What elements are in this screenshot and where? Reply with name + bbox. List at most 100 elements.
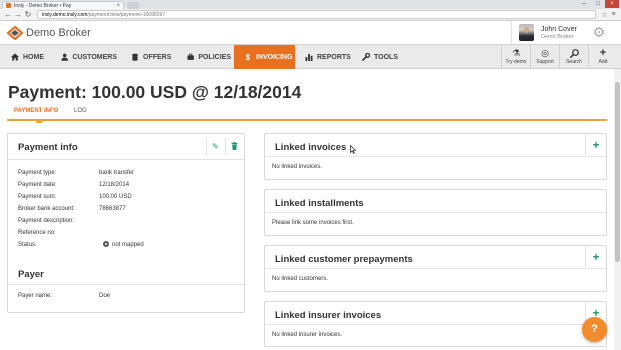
svg-text:$: $ — [246, 53, 251, 61]
linked-invoices-panel: Linked invoices + No linked invoices. — [264, 133, 607, 180]
coins-icon — [132, 53, 138, 61]
panel-divider — [265, 324, 606, 325]
field-value-payment-date: 12/18/2014 — [99, 182, 130, 188]
edit-button[interactable]: ✎ — [206, 138, 224, 155]
linked-installments-empty-text: Please link some invoices first. — [272, 220, 354, 226]
insly-favicon-icon — [6, 3, 11, 8]
brand-name[interactable]: Demo Broker — [26, 27, 91, 39]
search-button[interactable]: Search — [559, 45, 588, 69]
wrench-icon — [362, 53, 370, 61]
status-indicator-icon — [103, 241, 109, 247]
panel-divider — [265, 156, 606, 157]
back-icon[interactable]: ← — [3, 10, 13, 19]
page-title: Payment: 100.00 USD @ 12/18/2014 — [8, 82, 302, 102]
field-value-payment-type: bank transfer — [99, 170, 135, 176]
nav-item-policies[interactable]: POLICIES — [181, 45, 231, 69]
page-scrollbar-thumb[interactable] — [615, 82, 620, 262]
status-value: not mapped — [103, 241, 144, 248]
user-icon — [61, 53, 68, 61]
page-sub-tabs: PAYMENT INFO LOG — [7, 104, 607, 123]
url-path: /payment/view/payment+10098297 — [87, 12, 166, 18]
home-icon — [11, 53, 19, 61]
try-demo-label: Try demo — [505, 59, 527, 65]
plus-icon: + — [592, 250, 600, 264]
field-label-status: Status: — [18, 242, 37, 248]
linked-insurer-invoices-panel: Linked insurer invoices + No linked insu… — [264, 301, 607, 347]
panel-divider — [8, 159, 244, 160]
nav-item-label: OFFERS — [143, 53, 172, 61]
nav-item-reports[interactable]: REPORTS — [301, 45, 353, 69]
window-close-icon[interactable]: × — [605, 0, 619, 8]
plus-icon: + — [592, 138, 600, 152]
bar-chart-icon — [305, 54, 313, 61]
linked-customer-prepayments-title: Linked customer prepayments — [275, 254, 413, 265]
nav-item-invoicing[interactable]: $ INVOICING — [234, 45, 295, 69]
lifebuoy-icon: ◎ — [541, 48, 549, 58]
support-button[interactable]: ◎ Support — [530, 45, 559, 69]
browser-tab[interactable]: Insly - Demo Broker • Pay × — [2, 1, 124, 9]
new-tab-button[interactable] — [127, 2, 139, 9]
maximize-icon[interactable]: □ — [591, 0, 605, 8]
field-value-payer-name: Doe — [99, 293, 111, 299]
plus-icon: + — [599, 47, 607, 59]
field-label-broker-bank-account: Broker bank account: — [18, 206, 75, 212]
nav-item-label: INVOICING — [256, 53, 293, 61]
beaker-icon: ⚗ — [511, 48, 521, 58]
add-button[interactable]: + Add — [588, 45, 617, 69]
linked-insurer-invoices-title: Linked insurer invoices — [275, 310, 382, 321]
panel-divider — [8, 284, 244, 285]
field-label-reference-no: Reference no: — [18, 230, 56, 236]
add-label: Add — [598, 59, 608, 65]
add-linked-invoice-button[interactable]: + — [585, 134, 606, 156]
status-text: not mapped — [112, 242, 144, 248]
nav-item-tools[interactable]: TOOLS — [358, 45, 402, 69]
nav-item-label: TOOLS — [374, 53, 398, 61]
field-value-payment-sum: 100.00 USD — [99, 194, 132, 200]
trash-icon — [231, 142, 238, 150]
browser-toolbar: ← → ↻ insly.demo.insly.com/payment/view/… — [0, 9, 621, 21]
active-tab-indicator — [35, 119, 43, 123]
linked-invoices-empty-text: No linked invoices. — [272, 164, 323, 170]
linked-installments-title: Linked installments — [275, 198, 364, 209]
help-chat-button[interactable]: ? — [582, 317, 607, 342]
panel-divider — [265, 212, 606, 213]
search-label: Search — [566, 59, 582, 65]
nav-item-offers[interactable]: OFFERS — [125, 45, 173, 69]
insly-logo-icon[interactable] — [7, 26, 23, 40]
add-customer-prepayment-button[interactable]: + — [585, 246, 606, 268]
search-icon — [569, 49, 579, 58]
minimize-icon[interactable]: – — [577, 0, 591, 8]
field-label-payment-description: Payment description: — [18, 218, 75, 224]
nav-item-label: HOME — [23, 53, 44, 61]
panel-divider — [265, 268, 606, 269]
url-host: insly.demo.insly.com — [42, 12, 88, 18]
support-label: Support — [536, 59, 554, 65]
reload-icon[interactable]: ↻ — [23, 10, 33, 19]
nav-item-home[interactable]: HOME — [6, 45, 48, 69]
nav-item-customers[interactable]: CUSTOMERS — [55, 45, 117, 69]
tab-log[interactable]: LOG — [74, 108, 87, 114]
address-bar[interactable]: insly.demo.insly.com/payment/view/paymen… — [37, 10, 596, 19]
delete-button[interactable] — [225, 138, 243, 155]
browser-tab-title: Insly - Demo Broker • Pay — [14, 2, 72, 9]
payment-info-panel: Payment info ✎ Payment type: bank transf… — [7, 133, 245, 313]
main-nav: HOME CUSTOMERS OFFERS POLICIES $ INVOICI… — [0, 44, 621, 69]
chat-bubble-icon: ? — [591, 323, 598, 335]
bookmark-star-icon[interactable]: ☆ — [600, 11, 609, 19]
forward-icon[interactable]: → — [13, 10, 23, 19]
user-name: John Cover — [541, 26, 577, 33]
payment-info-title: Payment info — [18, 142, 78, 153]
app-header: Demo Broker John Cover Demo Broker ⚙ — [0, 21, 621, 44]
gear-icon[interactable]: ⚙ — [592, 25, 606, 39]
try-demo-button[interactable]: ⚗ Try demo — [501, 45, 530, 69]
pencil-icon: ✎ — [212, 142, 219, 151]
field-label-payment-type: Payment type: — [18, 170, 57, 176]
nav-item-label: POLICIES — [198, 53, 231, 61]
user-menu[interactable]: John Cover Demo Broker — [511, 21, 590, 44]
linked-installments-panel: Linked installments Please link some inv… — [264, 189, 607, 236]
browser-menu-icon[interactable]: ≡ — [609, 11, 618, 18]
close-icon[interactable]: × — [116, 3, 120, 9]
browser-tab-strip: Insly - Demo Broker • Pay × – □ × — [0, 0, 621, 9]
tab-payment-info[interactable]: PAYMENT INFO — [14, 108, 58, 114]
user-company: Demo Broker — [541, 34, 574, 40]
